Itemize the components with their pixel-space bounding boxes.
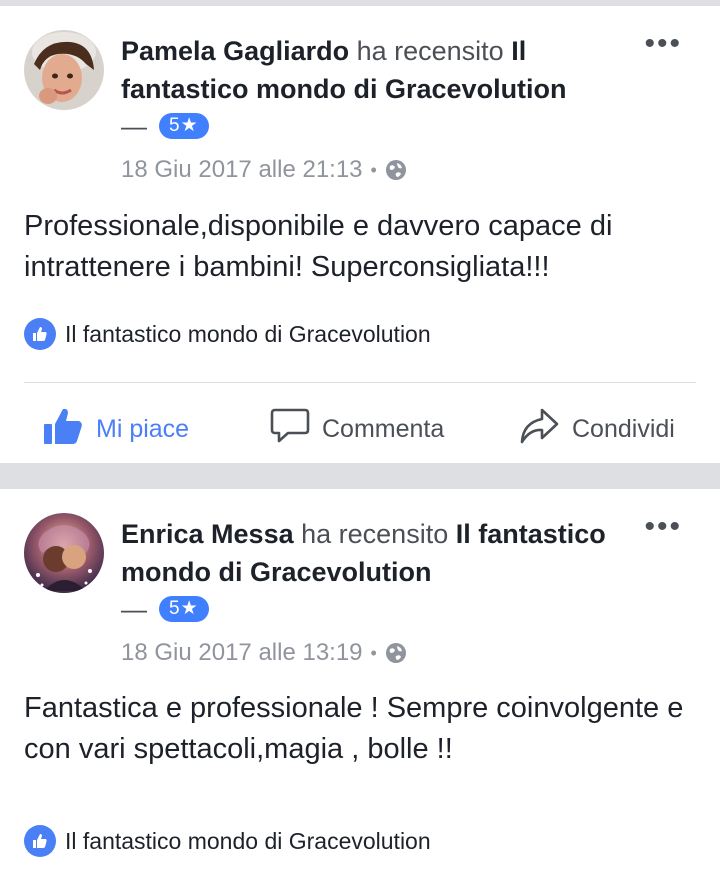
share-icon <box>518 406 560 453</box>
review-verb: ha recensito <box>301 519 449 549</box>
author-name[interactable]: Enrica Messa <box>121 519 294 549</box>
rating-badge: 5★ <box>159 596 209 622</box>
review-verb: ha recensito <box>356 36 504 66</box>
review-text: Professionale,disponibile e davvero capa… <box>24 210 613 283</box>
liked-by-label: Il fantastico mondo di Gracevolution <box>65 827 431 854</box>
more-icon[interactable]: ••• <box>644 512 682 542</box>
like-thumb-icon <box>42 406 84 453</box>
comment-icon <box>270 406 310 453</box>
like-badge-icon <box>24 318 56 350</box>
rating-line: — 5★ <box>121 591 641 627</box>
liked-by[interactable]: Il fantastico mondo di Gracevolution <box>24 825 431 857</box>
review-header: Pamela Gagliardo ha recensito Il fantast… <box>121 32 641 144</box>
like-label: Mi piace <box>96 415 190 443</box>
like-button[interactable]: Mi piace <box>42 406 189 453</box>
share-label: Condividi <box>572 415 675 443</box>
divider <box>24 382 696 383</box>
post-separator <box>0 463 720 489</box>
timestamp[interactable]: 18 Giu 2017 alle 21:13 <box>121 156 363 184</box>
rating-line: — 5★ <box>121 108 641 144</box>
comment-button[interactable]: Commenta <box>270 406 444 453</box>
avatar[interactable] <box>24 513 104 593</box>
avatar[interactable] <box>24 30 104 110</box>
author-name[interactable]: Pamela Gagliardo <box>121 36 349 66</box>
post-meta: 18 Giu 2017 alle 21:13 • <box>121 156 407 184</box>
post-meta: 18 Giu 2017 alle 13:19 • <box>121 639 407 667</box>
rating-badge: 5★ <box>159 113 209 139</box>
liked-by[interactable]: Il fantastico mondo di Gracevolution <box>24 318 431 350</box>
rating-dash: — <box>121 111 147 141</box>
share-button[interactable]: Condividi <box>518 406 675 453</box>
review-post: Enrica Messa ha recensito Il fantastico … <box>0 489 720 885</box>
timestamp[interactable]: 18 Giu 2017 alle 13:19 <box>121 639 363 667</box>
rating-dash: — <box>121 594 147 624</box>
review-text: Fantastica e professionale ! Sempre coin… <box>24 692 684 765</box>
action-bar: Mi piace Commenta Condividi <box>0 398 720 454</box>
review-header: Enrica Messa ha recensito Il fantastico … <box>121 515 641 627</box>
meta-separator: • <box>370 642 377 663</box>
globe-icon <box>385 159 407 181</box>
liked-by-label: Il fantastico mondo di Gracevolution <box>65 320 431 347</box>
like-badge-icon <box>24 825 56 857</box>
globe-icon <box>385 642 407 664</box>
comment-label: Commenta <box>322 415 445 443</box>
review-post: Pamela Gagliardo ha recensito Il fantast… <box>0 6 720 463</box>
meta-separator: • <box>370 159 377 180</box>
more-icon[interactable]: ••• <box>644 29 682 59</box>
